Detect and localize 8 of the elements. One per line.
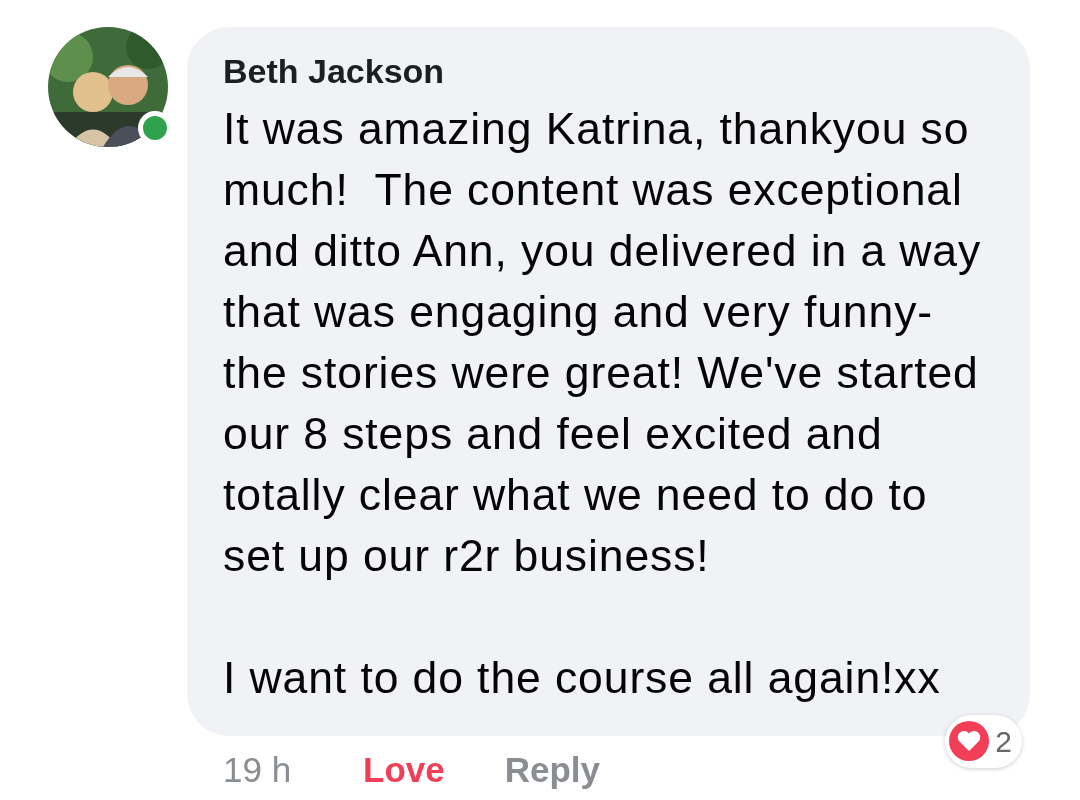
reaction-badge[interactable]: 2: [945, 714, 1022, 768]
love-button[interactable]: Love: [363, 743, 445, 797]
timestamp[interactable]: 19 h: [223, 743, 363, 797]
comment-text: I want to do the course all again!xx: [223, 651, 942, 704]
author-name[interactable]: Beth Jackson: [223, 51, 1000, 92]
reply-button[interactable]: Reply: [504, 743, 600, 797]
comment-text: It was amazing Katrina, thankyou so much! The content was exceptional and ditto Ann, you delivered in a way that was engaging and very funny- the stories were great! We've started our 8 steps and feel excited and totally clear what we need to do to set up our r2r business!: [223, 102, 983, 582]
reaction-count: 2: [995, 723, 1012, 760]
